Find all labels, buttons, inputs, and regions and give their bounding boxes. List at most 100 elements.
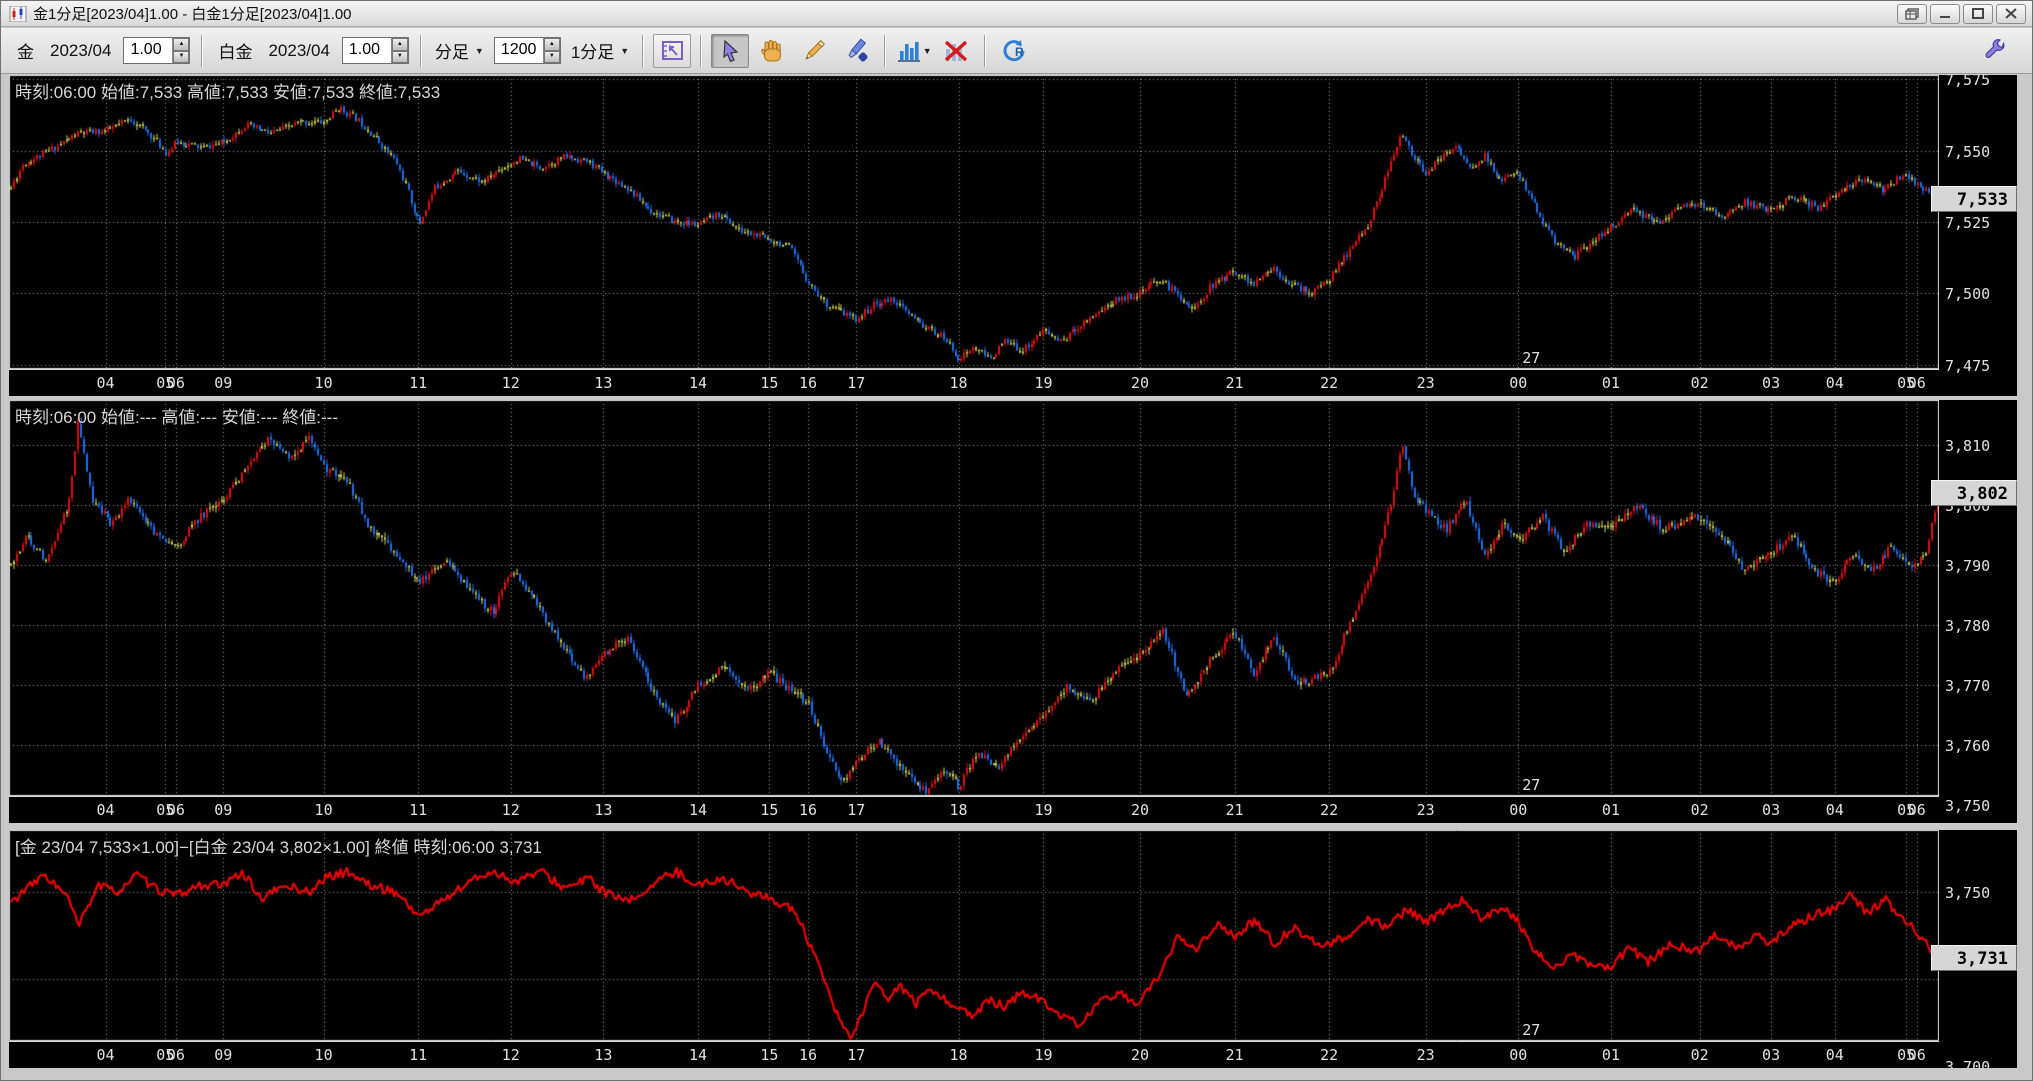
y-axis-tick: 3,770 bbox=[1945, 677, 1991, 695]
toolbar-separator bbox=[419, 34, 422, 67]
draw-marker-button[interactable] bbox=[837, 34, 875, 68]
x-axis-label: 02 bbox=[1690, 374, 1709, 392]
reload-button[interactable]: R bbox=[995, 34, 1033, 68]
spread-chart-canvas[interactable] bbox=[9, 830, 1939, 1041]
date-marker: 27 bbox=[1522, 1021, 1541, 1039]
x-axis-label: 17 bbox=[847, 374, 866, 392]
x-axis-label: 18 bbox=[949, 801, 968, 819]
cursor-arrow-icon bbox=[723, 39, 739, 62]
x-axis-label: 03 bbox=[1762, 374, 1781, 392]
gold-month-label: 2023/04 bbox=[50, 40, 112, 60]
chart-type-bars-button[interactable]: ▼ bbox=[895, 34, 933, 68]
settings-wrench-button[interactable] bbox=[1976, 34, 2014, 68]
layout-windows-button[interactable] bbox=[1897, 3, 1927, 24]
gold-chart-info: 時刻:06:00 始値:7,533 高値:7,533 安値:7,533 終値:7… bbox=[15, 83, 441, 102]
window-title: 金1分足[2023/04]1.00 - 白金1分足[2023/04]1.00 bbox=[33, 6, 352, 23]
gold-ratio-down-button[interactable]: ▼ bbox=[173, 50, 190, 63]
toolbar-separator bbox=[984, 34, 987, 67]
interval-label: 1分足 bbox=[570, 43, 615, 62]
x-axis-label: 06 bbox=[166, 1046, 185, 1064]
interval-dropdown[interactable]: 1分足 ▼ bbox=[571, 38, 629, 63]
y-axis-tick: 3,700 bbox=[1945, 1058, 1991, 1068]
x-axis-label: 18 bbox=[949, 374, 968, 392]
x-axis-label: 04 bbox=[1825, 374, 1844, 392]
date-marker: 27 bbox=[1522, 776, 1541, 794]
x-axis-label: 13 bbox=[594, 374, 613, 392]
x-axis-label: 15 bbox=[760, 374, 779, 392]
y-axis-tick: 7,575 bbox=[1945, 75, 1991, 89]
gold-ratio-up-button[interactable]: ▲ bbox=[173, 38, 190, 51]
bar-count-down-button[interactable]: ▼ bbox=[543, 50, 560, 63]
x-axis-label: 03 bbox=[1762, 801, 1781, 819]
chart-scale-settings-button[interactable] bbox=[653, 33, 692, 68]
x-axis-label: 22 bbox=[1320, 374, 1339, 392]
x-axis-label: 02 bbox=[1690, 801, 1709, 819]
minimize-button[interactable] bbox=[1930, 3, 1960, 24]
x-axis-label: 04 bbox=[96, 374, 115, 392]
x-axis-label: 01 bbox=[1601, 801, 1620, 819]
refresh-icon: R bbox=[1003, 39, 1025, 61]
platinum-ratio-up-button[interactable]: ▲ bbox=[391, 38, 408, 51]
platinum-ratio-spinner[interactable]: 1.00 ▲ ▼ bbox=[341, 37, 409, 64]
x-axis-label: 01 bbox=[1601, 374, 1620, 392]
marker-icon bbox=[848, 37, 868, 62]
x-axis-label: 03 bbox=[1762, 1046, 1781, 1064]
gold-chart-panel: 時刻:06:00 始値:7,533 高値:7,533 安値:7,533 終値:7… bbox=[9, 75, 2017, 396]
x-axis-label: 13 bbox=[594, 1046, 613, 1064]
draw-pencil-button[interactable] bbox=[795, 34, 833, 68]
x-axis-label: 14 bbox=[688, 374, 708, 392]
gold-ratio-spinner[interactable]: 1.00 ▲ ▼ bbox=[123, 37, 191, 64]
chevron-down-icon: ▼ bbox=[474, 45, 484, 56]
pan-hand-button[interactable] bbox=[753, 34, 791, 68]
y-axis-tick: 7,500 bbox=[1945, 285, 1991, 303]
bar-count-value[interactable]: 1200 bbox=[495, 38, 543, 63]
platinum-time-axis: 04 05 06 09 10 11 12 13 14 15 16 17 18 19 20 21 22 23 00 01… bbox=[9, 796, 1939, 823]
bar-count-up-button[interactable]: ▲ bbox=[543, 38, 560, 51]
chevron-down-icon: ▼ bbox=[620, 45, 630, 56]
hand-icon bbox=[761, 39, 782, 61]
gold-time-axis: 04 05 06 09 10 11 12 13 14 15 16 17 18 19 20 21 22 23 00 01… bbox=[9, 369, 1939, 396]
gold-current-price-tag: 7,533 bbox=[1931, 186, 2017, 212]
x-axis-label: 14 bbox=[688, 1046, 708, 1064]
date-marker: 27 bbox=[1522, 349, 1541, 367]
x-axis-label: 09 bbox=[214, 374, 233, 392]
delete-chart-icon bbox=[945, 40, 968, 61]
gold-chart-canvas[interactable] bbox=[9, 75, 1939, 369]
x-axis-label: 19 bbox=[1034, 374, 1053, 392]
select-cursor-button[interactable] bbox=[711, 33, 750, 68]
toolbar: 金 2023/04 1.00 ▲ ▼ 白金 2023/04 1.00 ▲ ▼ 分足 ▼… bbox=[1, 28, 2032, 74]
platinum-symbol-label: 白金 bbox=[218, 43, 253, 62]
gold-ratio-value[interactable]: 1.00 bbox=[124, 38, 172, 63]
x-axis-label: 12 bbox=[501, 374, 520, 392]
x-axis-label: 19 bbox=[1034, 1046, 1053, 1064]
platinum-ratio-down-button[interactable]: ▼ bbox=[391, 50, 408, 63]
x-axis-label: 19 bbox=[1034, 801, 1053, 819]
pencil-icon bbox=[805, 39, 826, 60]
close-button[interactable] bbox=[1996, 3, 2026, 24]
x-axis-label: 00 bbox=[1509, 1046, 1528, 1064]
x-axis-label: 15 bbox=[760, 1046, 779, 1064]
maximize-button[interactable] bbox=[1963, 3, 1993, 24]
x-axis-label: 11 bbox=[409, 374, 428, 392]
platinum-chart-canvas[interactable] bbox=[9, 400, 1939, 796]
x-axis-label: 06 bbox=[1907, 1046, 1926, 1064]
platinum-chart-info: 時刻:06:00 始値:--- 高値:--- 安値:--- 終値:--- bbox=[15, 408, 338, 427]
x-axis-label: 04 bbox=[1825, 801, 1844, 819]
spread-chart-panel: [金 23/04 7,533×1.00]−[白金 23/04 3,802×1.0… bbox=[9, 830, 2017, 1068]
platinum-chart-panel: 時刻:06:00 始値:--- 高値:--- 安値:--- 終値:--- 04 0… bbox=[9, 400, 2017, 823]
x-axis-label: 21 bbox=[1225, 1046, 1244, 1064]
bar-count-spinner[interactable]: 1200 ▲ ▼ bbox=[493, 37, 561, 64]
x-axis-label: 04 bbox=[96, 801, 115, 819]
bar-type-label: 分足 bbox=[434, 43, 469, 62]
platinum-month-label: 2023/04 bbox=[268, 40, 330, 60]
platinum-ratio-value[interactable]: 1.00 bbox=[343, 38, 391, 63]
app-window: 金1分足[2023/04]1.00 - 白金1分足[2023/04]1.00 金… bbox=[0, 0, 2033, 1081]
title-bar[interactable]: 金1分足[2023/04]1.00 - 白金1分足[2023/04]1.00 bbox=[1, 1, 2032, 27]
clear-drawings-button[interactable] bbox=[937, 34, 975, 68]
x-axis-label: 11 bbox=[409, 801, 428, 819]
x-axis-label: 22 bbox=[1320, 801, 1339, 819]
x-axis-label: 10 bbox=[314, 801, 333, 819]
x-axis-label: 20 bbox=[1130, 1046, 1149, 1064]
bar-type-dropdown[interactable]: 分足 ▼ bbox=[435, 38, 484, 63]
x-axis-label: 14 bbox=[688, 801, 708, 819]
